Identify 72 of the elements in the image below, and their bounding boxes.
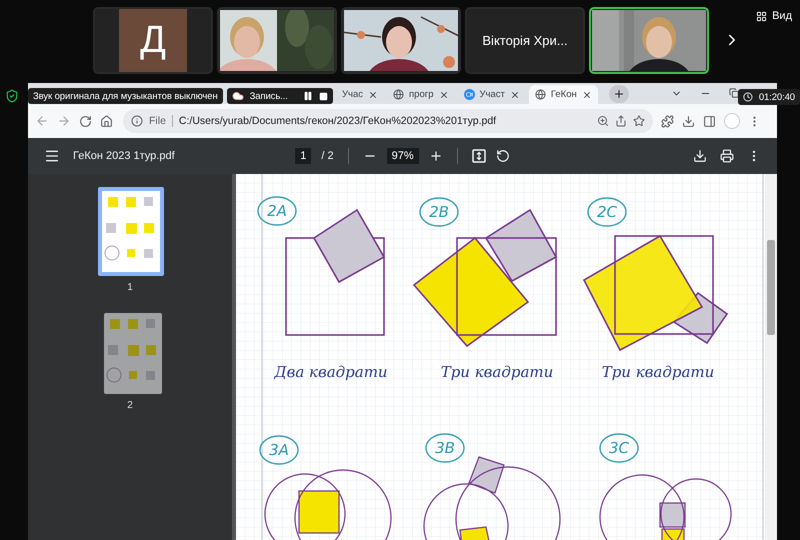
figure-label: 2C bbox=[596, 203, 618, 221]
close-icon[interactable] bbox=[368, 90, 378, 100]
close-icon[interactable] bbox=[510, 90, 520, 100]
thumbnail-label: 1 bbox=[127, 282, 133, 293]
menu-icon[interactable] bbox=[44, 148, 60, 164]
new-tab-button[interactable] bbox=[608, 84, 629, 102]
scrollbar[interactable] bbox=[765, 174, 777, 540]
zoom-level-field[interactable]: 97% bbox=[386, 148, 419, 164]
address-url: C:/Users/yurab/Documents/гекон/2023/ГеКон%202023%201тур.pdf bbox=[178, 115, 498, 127]
side-panel-icon[interactable] bbox=[703, 114, 716, 128]
shield-icon bbox=[5, 89, 19, 103]
figure-label: 3C bbox=[608, 439, 630, 457]
close-icon[interactable] bbox=[438, 90, 448, 100]
reload-icon[interactable] bbox=[79, 114, 92, 128]
recording-indicator[interactable]: Запись... bbox=[226, 88, 333, 104]
figure-label: 3B bbox=[435, 439, 455, 457]
star-icon[interactable] bbox=[633, 115, 645, 127]
figure-label-circle bbox=[425, 433, 465, 463]
thumbnail-label: 2 bbox=[127, 400, 133, 411]
rotate-icon[interactable] bbox=[496, 149, 510, 163]
figure-label-circle bbox=[257, 196, 297, 226]
stop-icon[interactable] bbox=[318, 92, 328, 100]
figure-caption: Три квадрати bbox=[602, 363, 714, 381]
pause-icon[interactable] bbox=[302, 91, 313, 101]
participant-avatar: Д bbox=[119, 8, 187, 72]
fit-page-icon[interactable] bbox=[472, 149, 486, 163]
download-icon[interactable] bbox=[693, 149, 707, 163]
restore-icon[interactable] bbox=[729, 88, 739, 98]
grid-icon bbox=[756, 10, 768, 22]
figure-label: 3A bbox=[269, 441, 289, 459]
document-title: ГеКон 2023 1тур.pdf bbox=[73, 150, 175, 162]
home-icon[interactable] bbox=[100, 114, 113, 128]
figure-label-circle bbox=[587, 197, 627, 227]
page-count: / 2 bbox=[321, 150, 334, 162]
close-icon[interactable] bbox=[582, 90, 592, 100]
browser-tab[interactable]: Учас bbox=[336, 85, 384, 104]
participant-tile[interactable]: Вікторія Хри... bbox=[465, 6, 585, 74]
page-thumbnail[interactable] bbox=[98, 187, 164, 276]
figure-label-circle bbox=[259, 435, 299, 465]
puzzle-icon[interactable] bbox=[661, 114, 674, 128]
notification-banner: Звук оригинала для музыкантов выключен bbox=[28, 88, 223, 104]
globe-icon bbox=[393, 89, 404, 100]
figure-caption: Два квадрати bbox=[274, 363, 388, 381]
recording-label: Запись... bbox=[250, 90, 288, 102]
browser-tab[interactable]: Участ bbox=[458, 85, 526, 104]
plus-icon[interactable] bbox=[612, 88, 625, 100]
zoom-icon[interactable] bbox=[597, 115, 609, 127]
globe-icon bbox=[534, 89, 546, 100]
browser-tab[interactable]: ГеКон bbox=[528, 85, 598, 104]
video-camera-icon bbox=[464, 89, 474, 100]
figure-caption: Три квадрати bbox=[440, 363, 554, 381]
browser-tab[interactable]: прогр bbox=[387, 85, 454, 104]
print-icon[interactable] bbox=[720, 149, 734, 163]
scrollbar-thumb[interactable] bbox=[767, 240, 775, 335]
info-icon[interactable] bbox=[131, 115, 143, 127]
address-bar[interactable]: File C:/Users/yurab/Documents/гекон/2023/ГеКон%202023%201тур.pdf bbox=[123, 109, 653, 133]
zoom-in-icon[interactable] bbox=[428, 149, 443, 163]
figure-label-circle bbox=[599, 433, 639, 463]
participant-tile[interactable]: Д bbox=[93, 6, 213, 74]
cloud-icon bbox=[232, 90, 244, 102]
figure-label: 2B bbox=[429, 203, 449, 221]
page-number-field[interactable]: 1 bbox=[295, 148, 312, 164]
participant-name: Вікторія Хри... bbox=[482, 32, 568, 48]
figure-label: 2A bbox=[267, 202, 287, 220]
page-thumbnail[interactable] bbox=[104, 313, 162, 394]
view-button[interactable]: Вид bbox=[756, 10, 792, 22]
clock-icon bbox=[743, 92, 753, 102]
address-scheme: File bbox=[149, 115, 173, 127]
timer-text: 01:20:40 bbox=[758, 92, 795, 102]
figure-label-circle bbox=[419, 197, 459, 227]
download-icon[interactable] bbox=[682, 114, 695, 128]
share-icon[interactable] bbox=[615, 115, 627, 127]
